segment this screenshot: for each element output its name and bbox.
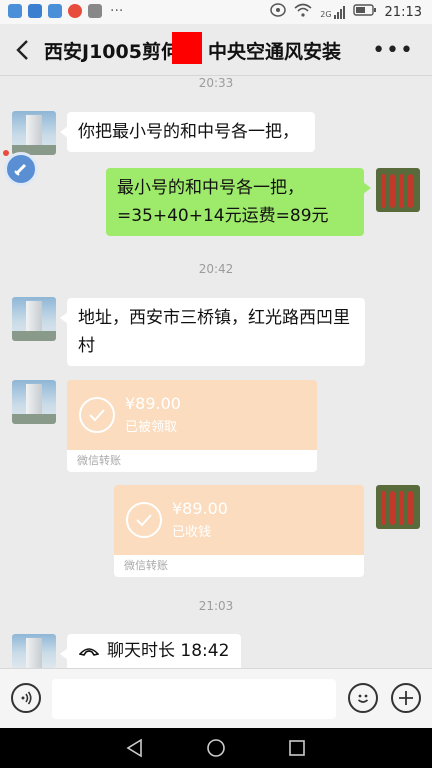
message-bubble[interactable]: 你把最小号的和中号各一把， (60, 112, 315, 152)
chat-title-start: 西安J1005剪何 (44, 41, 180, 63)
chat-screen: { "status": {"time": "21:13", "network":… (0, 0, 432, 768)
transfer-amount: ¥89.00 (172, 499, 228, 518)
my-avatar[interactable] (376, 485, 420, 529)
system-navigation-bar (0, 728, 432, 768)
floating-assistant-button[interactable] (4, 152, 38, 186)
timestamp: 21:03 (198, 599, 234, 613)
smiley-icon (357, 694, 369, 703)
timestamp: 20:33 (198, 76, 234, 90)
check-circle-icon (79, 397, 115, 433)
nav-recents-icon[interactable] (287, 738, 307, 758)
more-notifications-icon: ··· (110, 3, 124, 19)
transfer-status: 已收钱 (172, 525, 212, 540)
nav-back-icon[interactable] (125, 738, 145, 758)
chat-header: 西安J1005剪何 中央空通风安装 ••• (0, 24, 432, 76)
notification-icon (68, 4, 82, 18)
call-duration-text: 聊天时长 18:42 (107, 641, 230, 661)
notification-icons: ··· (8, 4, 123, 18)
message-bubble[interactable]: 地址，西安市三桥镇，红光路西凹里村 (60, 298, 365, 366)
emoji-button[interactable] (348, 683, 378, 713)
my-avatar[interactable] (376, 168, 420, 212)
notification-icon (48, 4, 62, 18)
transfer-status: 已被领取 (125, 420, 178, 435)
notification-icon (88, 4, 102, 18)
message-text: 地址，西安市三桥镇，红光路西凹里村 (78, 308, 350, 356)
transfer-amount: ¥89.00 (125, 394, 181, 413)
contact-avatar[interactable] (12, 297, 56, 341)
contact-avatar[interactable] (12, 380, 56, 424)
call-record-bubble[interactable]: 聊天时长 18:42 (59, 634, 242, 668)
clock: 21:13 (384, 4, 422, 20)
notification-icon (8, 4, 22, 18)
timestamp: 20:42 (198, 262, 234, 276)
transfer-card[interactable]: ¥89.00 已被领取 微信转账 (67, 380, 317, 472)
alarm-icon (270, 3, 286, 21)
contact-avatar[interactable] (12, 634, 56, 668)
nav-home-icon[interactable] (206, 738, 226, 758)
voice-toggle-button[interactable] (11, 683, 41, 713)
network-label: 2G (320, 10, 332, 19)
battery-icon (352, 4, 377, 20)
notification-icon (28, 4, 42, 18)
more-functions-button[interactable] (391, 683, 421, 713)
message-text: 你把最小号的和中号各一把， (78, 122, 299, 142)
transfer-label: 微信转账 (67, 450, 317, 472)
redaction-block (172, 32, 202, 64)
unread-dot (3, 150, 9, 156)
back-arrow-icon (16, 40, 28, 60)
more-options-button[interactable]: ••• (372, 38, 414, 63)
phone-hangup-icon (79, 648, 99, 656)
plus-icon (399, 691, 413, 705)
message-bubble[interactable]: 最小号的和中号各一把，=35+40+14元运费=89元 (106, 168, 371, 236)
system-icons: 2G 21:13 (270, 3, 422, 21)
check-circle-icon (126, 502, 162, 538)
broom-icon (14, 163, 27, 176)
transfer-label: 微信转账 (114, 555, 364, 577)
signal-icon: 2G (320, 5, 345, 19)
chat-title-end: 中央空通风安装 (207, 41, 341, 63)
voice-icon (21, 691, 32, 705)
status-bar: ··· 2G 21:13 (0, 0, 432, 24)
wifi-icon (294, 3, 312, 21)
message-text: 最小号的和中号各一把，=35+40+14元运费=89元 (117, 178, 329, 226)
message-input[interactable] (52, 679, 336, 719)
contact-avatar[interactable] (12, 111, 56, 155)
back-button[interactable] (10, 36, 34, 64)
transfer-card[interactable]: ¥89.00 已收钱 微信转账 (114, 485, 364, 577)
composer-bar (0, 668, 432, 728)
